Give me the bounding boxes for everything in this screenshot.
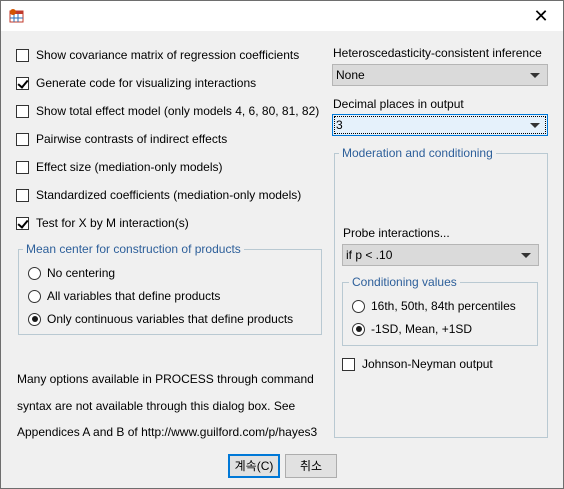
effect-size-checkbox[interactable] — [16, 160, 29, 174]
show-covariance-option[interactable]: Show covariance matrix of regression coe… — [16, 46, 299, 64]
percentiles-label: 16th, 50th, 84th percentiles — [371, 299, 516, 313]
total-effect-option[interactable]: Show total effect model (only models 4, … — [16, 102, 319, 120]
options-dialog: ✕ Show covariance matrix of regression c… — [0, 0, 564, 489]
decimal-places-label: Decimal places in output — [333, 97, 464, 111]
total-effect-label: Show total effect model (only models 4, … — [36, 104, 320, 118]
note-line-1: Many options available in PROCESS throug… — [17, 372, 314, 386]
sd-option[interactable]: -1SD, Mean, +1SD — [352, 320, 472, 338]
effect-size-option[interactable]: Effect size (mediation-only models) — [16, 158, 223, 176]
process-app-icon — [9, 9, 24, 23]
pairwise-contrasts-label: Pairwise contrasts of indirect effects — [36, 132, 228, 146]
effect-size-label: Effect size (mediation-only models) — [36, 160, 223, 174]
hc-inference-select[interactable]: None — [332, 64, 548, 86]
probe-interactions-label: Probe interactions... — [343, 226, 450, 240]
standardized-option[interactable]: Standardized coefficients (mediation-onl… — [16, 186, 301, 204]
continuous-variables-label: Only continuous variables that define pr… — [47, 312, 294, 326]
generate-code-label: Generate code for visualizing interactio… — [36, 76, 257, 90]
moderation-title: Moderation and conditioning — [339, 146, 496, 160]
pairwise-contrasts-option[interactable]: Pairwise contrasts of indirect effects — [16, 130, 227, 148]
continue-button[interactable]: 계속(C) — [228, 454, 280, 478]
cancel-button[interactable]: 취소 — [285, 454, 337, 478]
conditioning-title: Conditioning values — [349, 275, 460, 289]
percentiles-option[interactable]: 16th, 50th, 84th percentiles — [352, 297, 516, 315]
show-covariance-label: Show covariance matrix of regression coe… — [36, 48, 300, 62]
note-line-3: Appendices A and B of http://www.guilfor… — [17, 425, 318, 439]
all-variables-label: All variables that define products — [47, 289, 221, 303]
sd-label: -1SD, Mean, +1SD — [371, 322, 473, 336]
show-covariance-checkbox[interactable] — [16, 48, 29, 62]
johnson-neyman-label: Johnson-Neyman output — [362, 357, 493, 371]
test-xm-option[interactable]: Test for X by M interaction(s) — [16, 214, 189, 232]
generate-code-option[interactable]: Generate code for visualizing interactio… — [16, 74, 256, 92]
mean-center-title: Mean center for construction of products — [23, 242, 244, 256]
focus-indicator — [334, 116, 546, 134]
continuous-variables-option[interactable]: Only continuous variables that define pr… — [28, 310, 293, 328]
standardized-label: Standardized coefficients (mediation-onl… — [36, 188, 302, 202]
no-centering-radio[interactable] — [28, 266, 41, 280]
close-button[interactable]: ✕ — [521, 1, 561, 31]
pairwise-contrasts-checkbox[interactable] — [16, 132, 29, 146]
sd-radio[interactable] — [352, 322, 365, 336]
note-line-2: syntax are not available through this di… — [17, 399, 296, 413]
standardized-checkbox[interactable] — [16, 188, 29, 202]
no-centering-label: No centering — [47, 266, 116, 280]
chevron-down-icon — [530, 123, 540, 128]
all-variables-option[interactable]: All variables that define products — [28, 287, 220, 305]
probe-interactions-value: if p < .10 — [346, 248, 393, 262]
johnson-neyman-option[interactable]: Johnson-Neyman output — [342, 355, 493, 373]
percentiles-radio[interactable] — [352, 299, 365, 313]
all-variables-radio[interactable] — [28, 289, 41, 303]
generate-code-checkbox[interactable] — [16, 76, 29, 90]
title-bar: ✕ — [1, 1, 563, 31]
test-xm-checkbox[interactable] — [16, 216, 29, 230]
chevron-down-icon — [521, 253, 531, 258]
test-xm-label: Test for X by M interaction(s) — [36, 216, 189, 230]
hc-inference-label: Heteroscedasticity-consistent inference — [333, 46, 542, 60]
chevron-down-icon — [530, 73, 540, 78]
continuous-variables-radio[interactable] — [28, 312, 41, 326]
johnson-neyman-checkbox[interactable] — [342, 357, 355, 371]
hc-inference-value: None — [336, 68, 365, 82]
decimal-places-select[interactable]: 3 — [332, 114, 548, 136]
probe-interactions-select[interactable]: if p < .10 — [342, 244, 539, 266]
total-effect-checkbox[interactable] — [16, 104, 29, 118]
no-centering-option[interactable]: No centering — [28, 264, 115, 282]
